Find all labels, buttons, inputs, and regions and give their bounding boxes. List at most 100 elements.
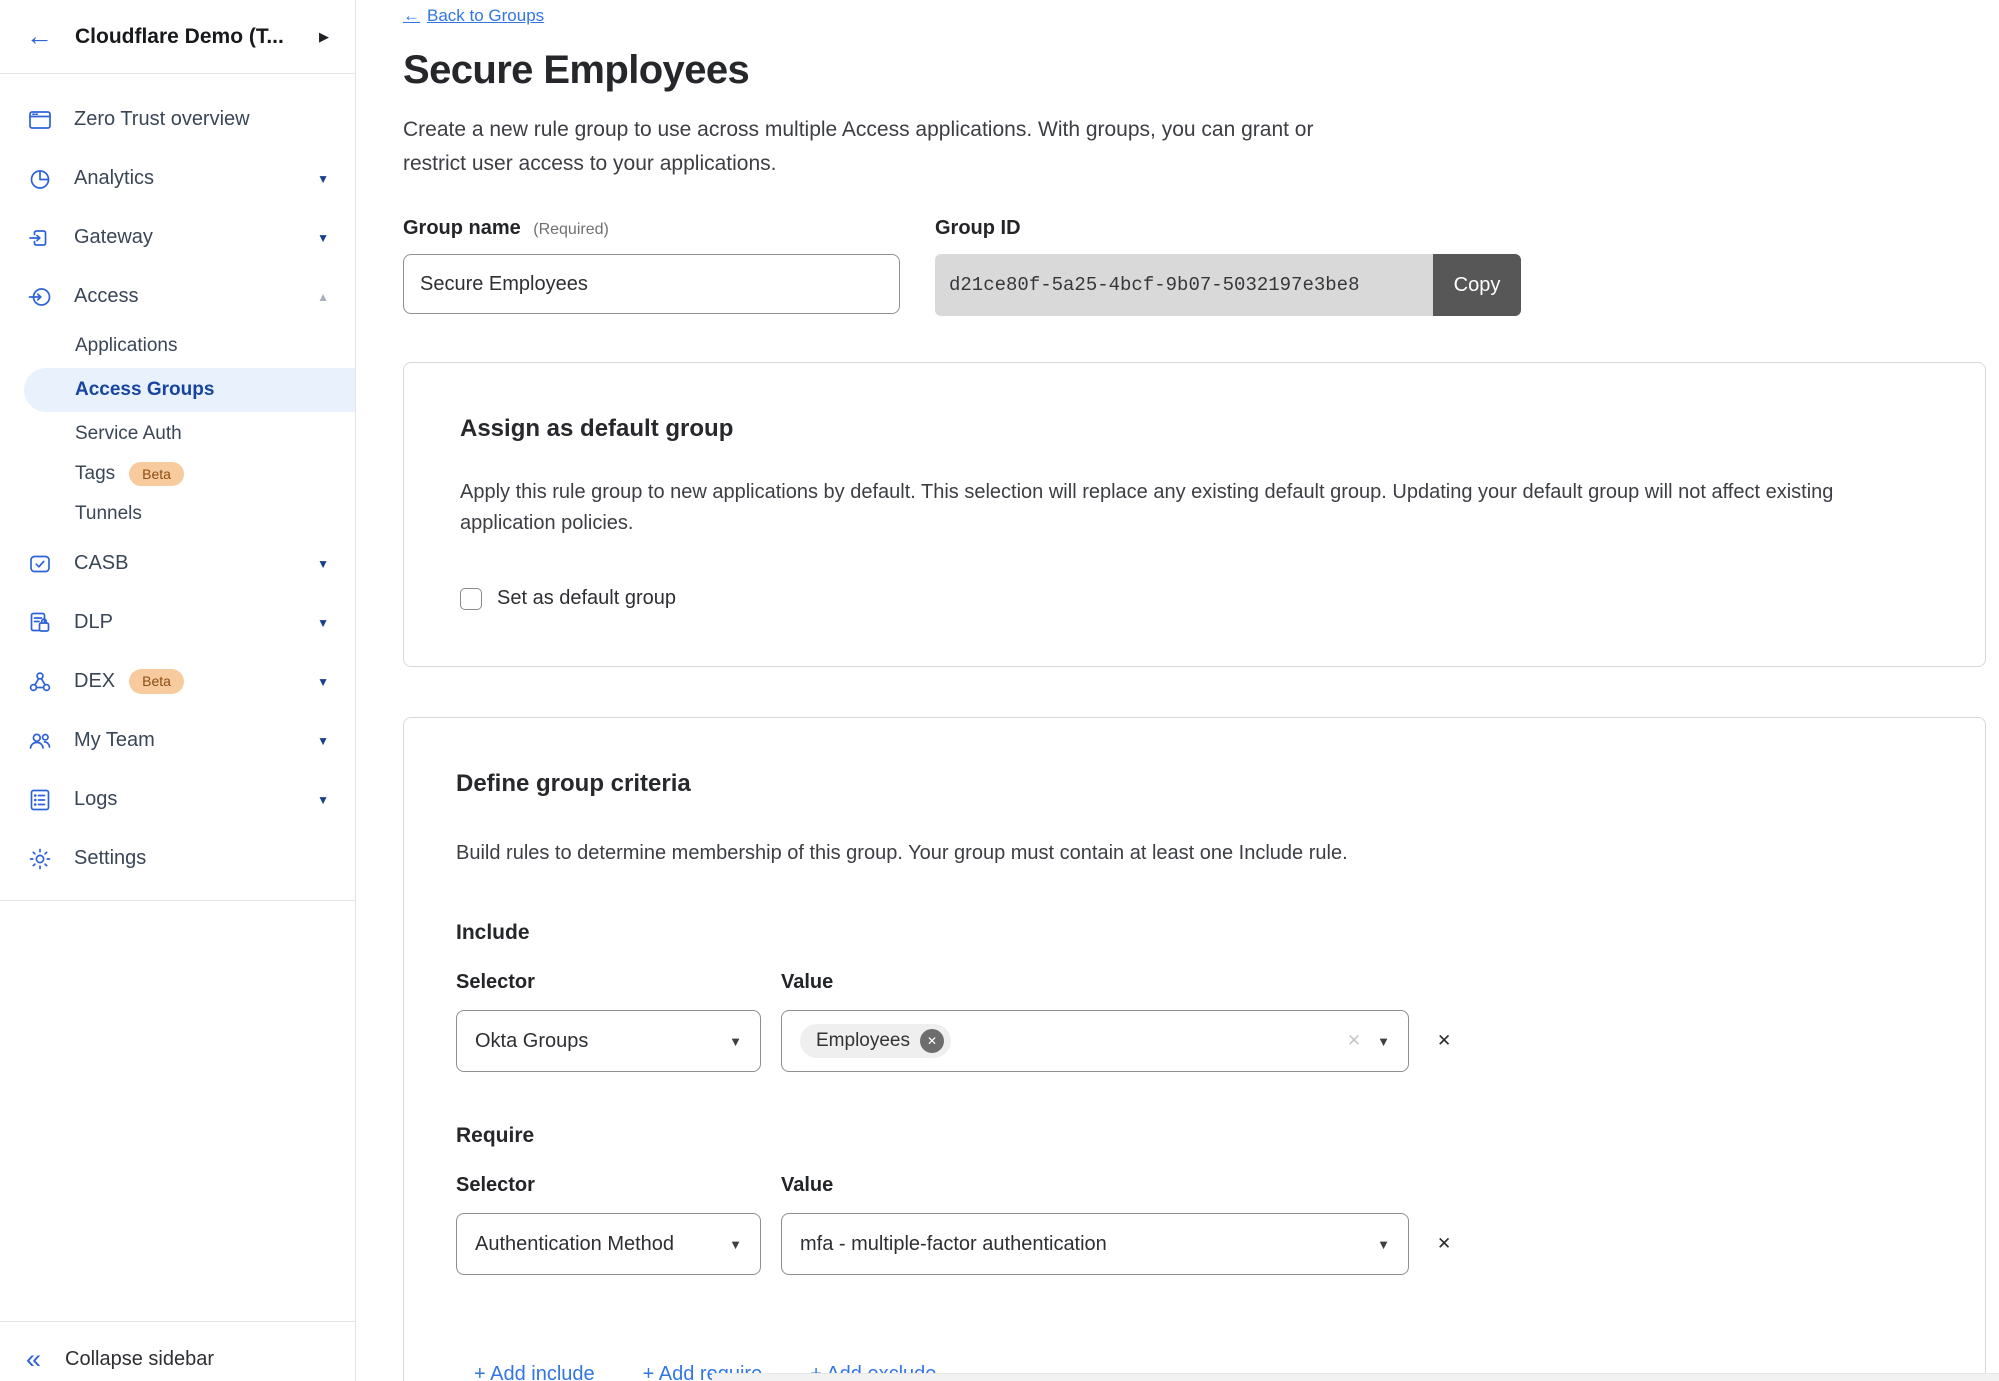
sidebar-item-label: DEX bbox=[74, 670, 115, 693]
chevron-down-icon: ▼ bbox=[1377, 1237, 1390, 1252]
group-identity-row: Group name (Required) Group ID d21ce80f-… bbox=[403, 217, 1986, 316]
chevron-down-icon: ▼ bbox=[317, 172, 329, 186]
sidebar-item-gateway[interactable]: Gateway ▼ bbox=[0, 208, 355, 267]
clear-values-icon[interactable]: ✕ bbox=[1347, 1031, 1361, 1051]
pie-chart-icon bbox=[26, 166, 53, 192]
page-title: Secure Employees bbox=[403, 48, 1986, 93]
bottom-edge-strip bbox=[712, 1373, 1999, 1381]
sidebar-divider bbox=[0, 900, 355, 901]
collapse-sidebar-label: Collapse sidebar bbox=[65, 1348, 214, 1371]
group-name-label: Group name bbox=[403, 217, 521, 239]
default-group-card-description: Apply this rule group to new application… bbox=[460, 477, 1890, 539]
sidebar-nav: Zero Trust overview Analytics ▼ Gateway … bbox=[0, 74, 355, 1321]
main-content: ← Back to Groups Secure Employees Create… bbox=[356, 0, 1999, 1381]
gear-icon bbox=[26, 846, 53, 872]
remove-tag-icon[interactable]: ✕ bbox=[920, 1029, 944, 1053]
add-include-link[interactable]: + Add include bbox=[474, 1363, 595, 1381]
group-name-input[interactable] bbox=[403, 254, 900, 314]
sidebar-item-applications[interactable]: Applications bbox=[0, 326, 355, 366]
account-title: Cloudflare Demo (T... bbox=[75, 25, 284, 49]
back-to-groups-link[interactable]: ← Back to Groups bbox=[403, 6, 544, 26]
sidebar-item-dex[interactable]: DEX Beta ▼ bbox=[0, 652, 355, 711]
sidebar-item-label: My Team bbox=[74, 729, 155, 752]
page-description: Create a new rule group to use across mu… bbox=[403, 113, 1368, 181]
sidebar-item-label: Access Groups bbox=[75, 379, 214, 401]
chevron-up-icon: ▲ bbox=[317, 290, 329, 304]
sidebar-item-label: Gateway bbox=[74, 226, 153, 249]
sidebar-item-analytics[interactable]: Analytics ▼ bbox=[0, 149, 355, 208]
sidebar-header: ← Cloudflare Demo (T... ▶ bbox=[0, 0, 355, 74]
chevron-down-icon: ▼ bbox=[317, 675, 329, 689]
delete-require-rule-icon[interactable]: ✕ bbox=[1437, 1234, 1451, 1254]
sidebar-item-label: Zero Trust overview bbox=[74, 108, 250, 131]
collapse-sidebar-button[interactable]: « Collapse sidebar bbox=[0, 1321, 355, 1381]
chevron-down-icon: ▼ bbox=[317, 793, 329, 807]
include-selector-dropdown[interactable]: Okta Groups ▼ bbox=[456, 1010, 761, 1072]
beta-badge: Beta bbox=[129, 462, 184, 486]
require-rule-row: Authentication Method ▼ mfa - multiple-f… bbox=[456, 1213, 1929, 1275]
beta-badge: Beta bbox=[129, 669, 184, 693]
sidebar-item-dlp[interactable]: DLP ▼ bbox=[0, 593, 355, 652]
include-value-multiselect[interactable]: Employees ✕ ✕ ▼ bbox=[781, 1010, 1409, 1072]
login-icon bbox=[26, 284, 53, 310]
require-section-label: Require bbox=[456, 1124, 1929, 1148]
chevron-down-icon: ▼ bbox=[317, 734, 329, 748]
chevron-down-icon: ▼ bbox=[729, 1237, 742, 1252]
sidebar-item-logs[interactable]: Logs ▼ bbox=[0, 770, 355, 829]
sidebar-item-tags[interactable]: Tags Beta bbox=[0, 454, 355, 494]
criteria-card: Define group criteria Build rules to det… bbox=[403, 717, 1986, 1381]
include-section-label: Include bbox=[456, 921, 1929, 945]
sidebar-item-label: Tags bbox=[75, 463, 115, 485]
sidebar-item-label: Applications bbox=[75, 335, 177, 357]
sidebar-item-my-team[interactable]: My Team ▼ bbox=[0, 711, 355, 770]
sidebar-item-settings[interactable]: Settings bbox=[0, 829, 355, 888]
sidebar-item-service-auth[interactable]: Service Auth bbox=[0, 414, 355, 454]
sidebar-item-access[interactable]: Access ▲ bbox=[0, 267, 355, 326]
chevron-down-icon: ▼ bbox=[317, 557, 329, 571]
team-icon bbox=[26, 728, 53, 754]
default-group-checkbox[interactable] bbox=[460, 588, 482, 610]
account-switcher-caret-icon[interactable]: ▶ bbox=[319, 29, 329, 45]
sidebar-item-label: Settings bbox=[74, 847, 146, 870]
require-selector-label: Selector bbox=[456, 1174, 761, 1197]
required-hint: (Required) bbox=[533, 221, 609, 238]
sidebar-item-access-groups[interactable]: Access Groups bbox=[24, 368, 355, 412]
sidebar-item-zero-trust-overview[interactable]: Zero Trust overview bbox=[0, 90, 355, 149]
gateway-icon bbox=[26, 225, 53, 251]
include-value-label: Value bbox=[781, 971, 833, 994]
copy-button[interactable]: Copy bbox=[1433, 254, 1521, 316]
default-group-card-title: Assign as default group bbox=[460, 415, 1929, 443]
chevron-down-icon: ▼ bbox=[317, 616, 329, 630]
sidebar: ← Cloudflare Demo (T... ▶ Zero Trust ove… bbox=[0, 0, 356, 1381]
require-selector-dropdown[interactable]: Authentication Method ▼ bbox=[456, 1213, 761, 1275]
sidebar-item-tunnels[interactable]: Tunnels bbox=[0, 494, 355, 534]
sidebar-item-label: Service Auth bbox=[75, 423, 182, 445]
sidebar-item-label: DLP bbox=[74, 611, 113, 634]
criteria-card-description: Build rules to determine membership of t… bbox=[456, 838, 1886, 869]
group-id-label: Group ID bbox=[935, 217, 1521, 240]
sidebar-item-label: Tunnels bbox=[75, 503, 142, 525]
sidebar-item-label: Logs bbox=[74, 788, 117, 811]
include-rule-row: Okta Groups ▼ Employees ✕ ✕ ▼ ✕ bbox=[456, 1010, 1929, 1072]
sidebar-item-label: CASB bbox=[74, 552, 128, 575]
collapse-chevrons-icon: « bbox=[26, 1346, 41, 1373]
require-value-dropdown[interactable]: mfa - multiple-factor authentication ▼ bbox=[781, 1213, 1409, 1275]
sidebar-item-label: Access bbox=[74, 285, 138, 308]
value-tag: Employees ✕ bbox=[800, 1024, 951, 1058]
chevron-down-icon: ▼ bbox=[1377, 1034, 1390, 1049]
window-icon bbox=[26, 107, 53, 133]
include-selector-label: Selector bbox=[456, 971, 761, 994]
sidebar-item-casb[interactable]: CASB ▼ bbox=[0, 534, 355, 593]
back-arrow-icon[interactable]: ← bbox=[26, 23, 53, 50]
dlp-lock-icon bbox=[26, 610, 53, 636]
group-id-value: d21ce80f-5a25-4bcf-9b07-5032197e3be8 bbox=[935, 254, 1433, 316]
logs-icon bbox=[26, 787, 53, 813]
app-root: ← Cloudflare Demo (T... ▶ Zero Trust ove… bbox=[0, 0, 1999, 1381]
dex-network-icon bbox=[26, 669, 53, 695]
chevron-down-icon: ▼ bbox=[729, 1034, 742, 1049]
criteria-card-title: Define group criteria bbox=[456, 770, 1929, 798]
chevron-down-icon: ▼ bbox=[317, 231, 329, 245]
casb-icon bbox=[26, 551, 53, 577]
delete-include-rule-icon[interactable]: ✕ bbox=[1437, 1031, 1451, 1051]
require-value-label: Value bbox=[781, 1174, 833, 1197]
